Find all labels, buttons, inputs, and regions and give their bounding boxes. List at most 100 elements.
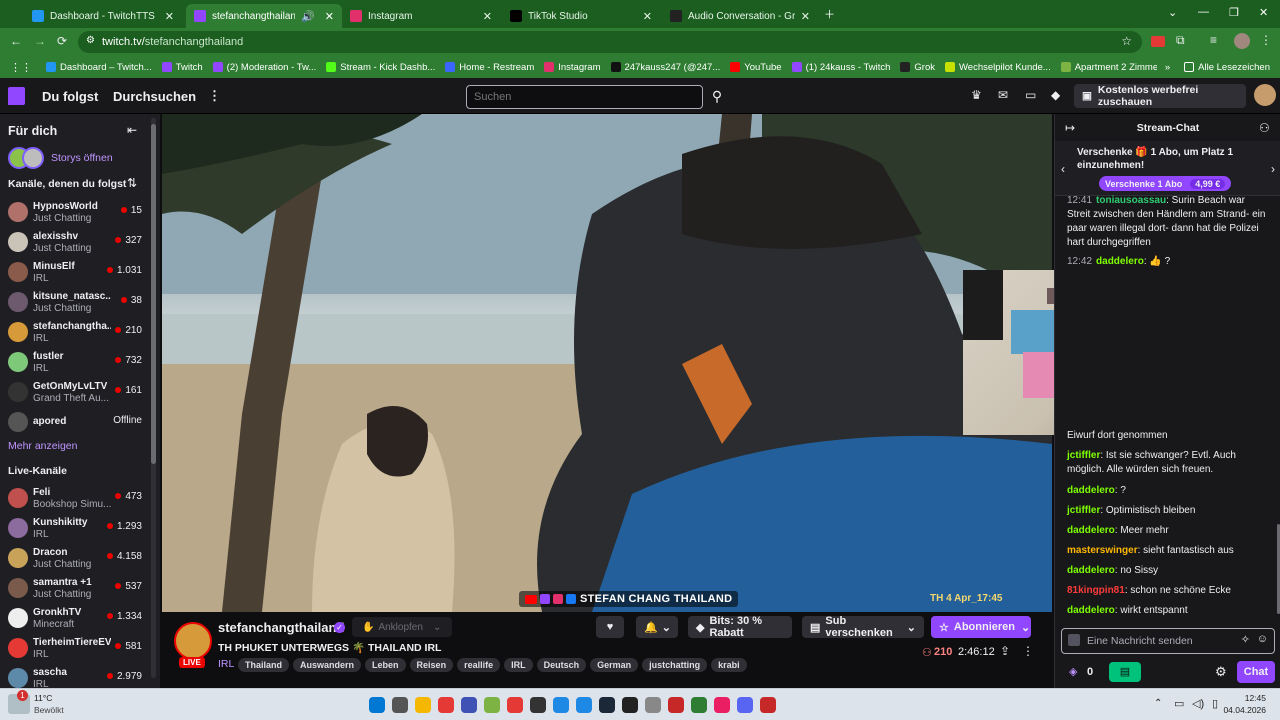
bookmark-item[interactable]: Dashboard – Twitch... (46, 62, 152, 73)
close-tab-icon[interactable]: ✕ (325, 10, 334, 23)
browser-tab-dashboard[interactable]: Dashboard - TwitchTTS ✕ (24, 4, 182, 28)
chat-username[interactable]: masterswinger (1067, 545, 1138, 556)
close-tab-icon[interactable]: ✕ (643, 10, 652, 23)
channel-points-icon[interactable]: ◈ (1069, 665, 1077, 678)
bits-icon[interactable]: ◆ (1051, 88, 1060, 102)
whispers-icon[interactable]: ▭ (1025, 88, 1036, 102)
bookmark-item[interactable]: Instagram (544, 62, 601, 73)
video-player[interactable]: STEFAN CHANG THAILAND TH 4 Apr_17:45 (162, 114, 1052, 612)
apps-grid-icon[interactable]: ⋮⋮ (10, 61, 32, 74)
crown-icon[interactable]: ♛ (971, 88, 982, 102)
sidebar-channel-item[interactable]: apored Offline (0, 408, 150, 438)
chat-username[interactable]: toniausoassau (1096, 195, 1166, 206)
forward-icon[interactable]: → (34, 34, 46, 48)
sidebar-channel-item[interactable]: TierheimTiereEV IRL 581 (0, 634, 150, 664)
stream-tag[interactable]: IRL (504, 658, 533, 672)
close-window-icon[interactable]: ✕ (1259, 6, 1268, 19)
taskbar-app-icon[interactable] (484, 697, 500, 713)
chat-username[interactable]: daddelero (1096, 256, 1144, 267)
taskbar-file-explorer-icon[interactable] (415, 697, 431, 713)
subscribe-button[interactable]: ☆ Abonnieren ⌄ (931, 616, 1031, 638)
extensions-icon[interactable]: ⧉ (1176, 33, 1185, 48)
sidebar-channel-item[interactable]: MinusElf IRL 1.031 (0, 258, 150, 288)
restore-icon[interactable]: ❐ (1229, 6, 1239, 19)
reload-icon[interactable]: ⟳ (57, 34, 67, 48)
stream-tag[interactable]: German (590, 658, 639, 672)
chat-input[interactable]: Eine Nachricht senden ✧ ☺ (1061, 628, 1275, 654)
chat-username[interactable]: daddelero (1067, 525, 1115, 536)
bookmark-item[interactable]: Home - Restream (445, 62, 534, 73)
sidebar-channel-item[interactable]: Feli Bookshop Simu... 473 (0, 484, 150, 514)
taskbar-steam-icon[interactable] (599, 697, 615, 713)
bookmark-item[interactable]: Grok (900, 62, 935, 73)
gift-sub-button[interactable]: ▤ Sub verschenken ⌄ (802, 615, 924, 639)
sidebar-channel-item[interactable]: samantra +1 Just Chatting 537 (0, 574, 150, 604)
stream-tag[interactable]: krabi (711, 658, 747, 672)
more-menu-icon[interactable]: ⋮ (208, 88, 221, 104)
more-bookmarks-icon[interactable]: » (1165, 62, 1170, 73)
community-icon[interactable]: ⚇ (1259, 121, 1270, 135)
bits-cheer-icon[interactable]: ✧ (1241, 633, 1250, 646)
close-tab-icon[interactable]: ✕ (483, 10, 492, 23)
sidebar-scrollbar[interactable] (151, 118, 156, 678)
browser-tab-grok[interactable]: Audio Conversation - Grok ✕ (662, 4, 818, 28)
share-icon[interactable]: ⇪ (1000, 644, 1010, 658)
taskbar-start-icon[interactable] (369, 697, 385, 713)
chat-badge-icon[interactable] (1068, 634, 1080, 646)
knock-button[interactable]: ✋ Anklopfen ⌄ (352, 617, 452, 637)
sidebar-channel-item[interactable]: alexisshv Just Chatting 327 (0, 228, 150, 258)
clock-date[interactable]: 04.04.2026 (1216, 705, 1266, 715)
chat-username[interactable]: daddelero (1067, 605, 1115, 616)
media-controls-icon[interactable]: ≡ (1210, 33, 1217, 47)
stream-tag[interactable]: Leben (365, 658, 406, 672)
bookmark-item[interactable]: (2) Moderation - Tw... (212, 62, 316, 73)
search-input[interactable] (466, 85, 703, 109)
chat-username[interactable]: jctiffler (1067, 505, 1100, 516)
show-more-link[interactable]: Mehr anzeigen (8, 440, 77, 452)
sidebar-channel-item[interactable]: GetOnMyLvLTV Grand Theft Au... 161 (0, 378, 150, 408)
chat-send-button[interactable]: Chat (1237, 661, 1275, 683)
bookmark-star-icon[interactable]: ☆ (1121, 34, 1132, 48)
all-bookmarks-folder[interactable]: Alle Lesezeichen (1184, 62, 1270, 73)
taskbar-app-icon[interactable] (461, 697, 477, 713)
sidebar-channel-item[interactable]: stefanchangtha... IRL 210 (0, 318, 150, 348)
tab-search-icon[interactable]: ⌄ (1168, 6, 1177, 19)
follow-heart-button[interactable]: ♥ (596, 616, 624, 638)
close-tab-icon[interactable]: ✕ (801, 10, 810, 23)
prev-arrow-icon[interactable]: ‹ (1061, 162, 1065, 176)
emote-picker-icon[interactable]: ☺ (1257, 633, 1268, 645)
bookmark-item[interactable]: (1) 24kauss - Twitch (791, 62, 890, 73)
profile-avatar[interactable] (1234, 33, 1250, 49)
tray-overflow-icon[interactable]: ⌃ (1154, 698, 1162, 709)
stream-tag[interactable]: justchatting (642, 658, 708, 672)
bookmark-item[interactable]: 247kauss247 (@247... (610, 62, 720, 73)
nav-following[interactable]: Du folgst (42, 89, 98, 104)
stream-tag[interactable]: Reisen (409, 658, 454, 672)
collapse-sidebar-icon[interactable]: ⇤ (127, 123, 137, 137)
browser-menu-icon[interactable]: ⋮ (1260, 33, 1272, 47)
network-icon[interactable]: ▭ (1174, 697, 1184, 710)
stream-tag[interactable]: Deutsch (536, 658, 587, 672)
next-arrow-icon[interactable]: › (1271, 162, 1275, 176)
sidebar-channel-item[interactable]: Kunshikitty IRL 1.293 (0, 514, 150, 544)
chat-username[interactable]: daddelero (1067, 485, 1115, 496)
browser-tab-twitch[interactable]: stefanchangthailand - Twitch 🔊 ✕ (186, 4, 342, 28)
speaker-icon[interactable]: 🔊 (301, 10, 315, 23)
more-options-icon[interactable]: ⋮ (1022, 644, 1034, 658)
chat-settings-icon[interactable]: ⚙ (1215, 664, 1227, 680)
taskbar-obs-icon[interactable] (530, 697, 546, 713)
site-info-icon[interactable]: ⚙ (86, 35, 95, 46)
sort-icon[interactable]: ⇅ (127, 176, 137, 190)
bookmark-item[interactable]: Stream - Kick Dashb... (326, 62, 435, 73)
open-stories-link[interactable]: Storys öffnen (51, 152, 113, 164)
adfree-button[interactable]: ▣ Kostenlos werbefrei zuschauen (1074, 84, 1246, 108)
notifications-button[interactable]: 🔔 ⌄ (636, 616, 678, 638)
bookmark-item[interactable]: Wechselpilot Kunde... (945, 62, 1051, 73)
bookmark-item[interactable]: YouTube (730, 62, 782, 73)
taskbar-app-icon[interactable] (622, 697, 638, 713)
taskbar-app-icon[interactable] (438, 697, 454, 713)
taskbar-app-icon[interactable] (553, 697, 569, 713)
taskbar-chrome-icon[interactable] (691, 697, 707, 713)
bookmark-item[interactable]: Twitch (161, 62, 203, 73)
bits-discount-button[interactable]: ◆ Bits: 30 % Rabatt (688, 615, 792, 639)
